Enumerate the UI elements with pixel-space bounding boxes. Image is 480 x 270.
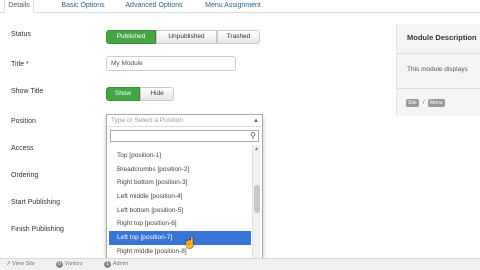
divider <box>397 53 480 54</box>
tab-menu-assignment[interactable]: Menu Assignment <box>196 0 270 13</box>
position-option[interactable]: Right middle [position-8] <box>109 245 251 259</box>
visitors-count: 0 <box>56 261 63 268</box>
ordering-label: Ordering <box>11 172 39 179</box>
admin-indicator: 1 Admin <box>104 259 128 270</box>
position-search-input[interactable]: ⚲ <box>110 130 259 142</box>
module-description-title: Module Description <box>407 33 477 42</box>
title-label: Title * <box>11 61 29 68</box>
chevron-up-icon[interactable]: ▲ <box>253 116 259 127</box>
access-label: Access <box>11 145 34 152</box>
position-select[interactable]: Type or Select a Position ▲ <box>107 115 262 127</box>
scroll-up-icon[interactable]: ▲ <box>254 146 259 152</box>
show-title-label: Show Title <box>11 88 44 95</box>
tab-bar: Details Basic Options Advanced Options M… <box>0 0 480 13</box>
divider <box>397 88 480 89</box>
module-description-text: This module displays <box>407 66 468 73</box>
finish-publishing-label: Finish Publishing <box>11 226 64 233</box>
view-site-label: View Site <box>12 261 35 267</box>
position-option[interactable]: Left bottom [position-5] <box>109 204 251 218</box>
start-publishing-label: Start Publishing <box>11 199 61 206</box>
position-options-list: Top [position-1] Breadcrumbs [position-2… <box>109 149 251 264</box>
position-label: Position <box>11 118 36 125</box>
status-trashed-button[interactable]: Trashed <box>217 30 260 44</box>
external-link-icon: ↗ <box>6 261 11 267</box>
position-option-highlighted[interactable]: Left top [position-7] <box>109 231 251 245</box>
status-label: Status <box>11 31 31 38</box>
position-option[interactable]: Right bottom [position-3] <box>109 176 251 190</box>
module-description-panel: Module Description This module displays … <box>396 24 480 116</box>
show-title-hide-button[interactable]: Hide <box>140 87 174 101</box>
admin-label: Admin <box>112 261 129 267</box>
tab-advanced-options[interactable]: Advanced Options <box>118 0 190 13</box>
search-icon: ⚲ <box>250 131 256 140</box>
title-input[interactable]: My Module <box>106 56 236 71</box>
visitors-label: Visitors <box>64 261 83 267</box>
hand-cursor-icon: ☝ <box>183 237 197 249</box>
menu-badge: Menu <box>428 99 445 107</box>
tab-basic-options[interactable]: Basic Options <box>54 0 112 13</box>
dropdown-scrollbar[interactable]: ▲ <box>252 145 260 263</box>
status-unpublished-button[interactable]: Unpublished <box>156 30 217 44</box>
position-option[interactable]: Left middle [position-4] <box>109 190 251 204</box>
tab-details[interactable]: Details <box>4 0 34 13</box>
status-bar: ↗ View Site 0 Visitors 1 Admin <box>0 258 480 270</box>
admin-count: 1 <box>104 261 111 268</box>
show-title-show-button[interactable]: Show <box>106 87 140 101</box>
position-option[interactable]: Right top [position-6] <box>109 217 251 231</box>
site-badge: Site <box>406 99 419 107</box>
view-site-link[interactable]: ↗ View Site <box>6 259 35 270</box>
status-published-button[interactable]: Published <box>106 30 156 44</box>
badge-separator: / <box>423 100 425 106</box>
scrollbar-thumb[interactable] <box>254 185 260 213</box>
position-option[interactable]: Breadcrumbs [position-2] <box>109 163 251 177</box>
position-option[interactable]: Top [position-1] <box>109 149 251 163</box>
visitors-indicator: 0 Visitors <box>56 259 83 270</box>
position-placeholder: Type or Select a Position <box>111 117 183 124</box>
